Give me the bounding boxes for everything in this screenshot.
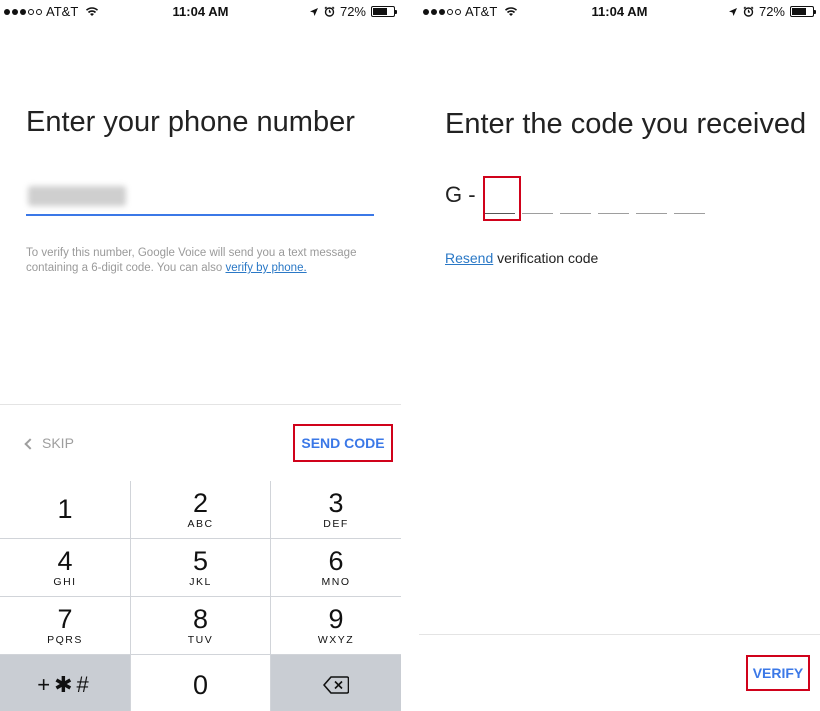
key-number: 4	[57, 546, 73, 576]
numeric-keypad: 1 2 ABC 3 DEF 4 GHI 5 JKL 6 MNO 7 PQRS 8 TUV 9W…	[0, 481, 401, 711]
backspace-key[interactable]	[271, 655, 401, 711]
key-0[interactable]: 0	[131, 655, 270, 711]
key-letters: DEF	[323, 518, 349, 530]
page-title: Enter your phone number	[26, 106, 355, 138]
key-number: 2	[192, 488, 209, 518]
code-digit-2[interactable]	[521, 213, 553, 214]
key-letters: TUV	[187, 634, 214, 646]
focused-digit-highlight	[483, 176, 521, 221]
status-bar: AT&T 11:04 AM 72%	[419, 0, 820, 22]
action-bar: SKIP SEND CODE	[0, 404, 401, 481]
send-code-button[interactable]: SEND CODE	[293, 424, 393, 462]
key-9[interactable]: 9 WXYZ	[271, 597, 401, 654]
key-letters: WXYZ	[317, 634, 355, 646]
key-number: 5	[192, 546, 209, 576]
battery-level	[373, 8, 388, 15]
key-number: 7	[57, 604, 73, 634]
key-number: 3	[328, 488, 344, 518]
key-5[interactable]: 5 JKL	[131, 539, 270, 596]
key-letters: ABC	[187, 518, 214, 530]
key-8[interactable]: 8 TUV	[131, 597, 270, 654]
verify-button[interactable]: VERIFY	[746, 655, 810, 691]
key-number: 8	[192, 604, 209, 634]
key-4[interactable]: 4 GHI	[0, 539, 130, 596]
helper-text: To verify this number, Google Voice will…	[26, 246, 366, 276]
helper-text-body: To verify this number, Google Voice will…	[26, 247, 357, 274]
code-digit-4[interactable]	[597, 213, 629, 214]
resend-line: Resend verification code	[445, 250, 598, 266]
key-7[interactable]: 7 PQRS	[0, 597, 130, 654]
key-symbols[interactable]: +✱#	[0, 655, 130, 711]
key-letters: JKL	[189, 576, 212, 588]
code-prefix: G -	[445, 182, 476, 207]
key-2[interactable]: 2 ABC	[131, 481, 270, 538]
key-number: 6	[328, 546, 344, 576]
status-right: 72%	[728, 4, 816, 19]
key-number: 1	[57, 494, 73, 524]
key-6[interactable]: 6 MNO	[271, 539, 401, 596]
page-title: Enter the code you received	[445, 108, 807, 140]
key-letters: MNO	[321, 576, 351, 588]
code-digit-3[interactable]	[559, 213, 591, 214]
verify-by-phone-link[interactable]: verify by phone.	[225, 262, 306, 274]
chevron-left-icon	[24, 437, 36, 450]
battery-icon	[790, 6, 816, 17]
key-number: 0	[192, 669, 209, 700]
key-1[interactable]: 1	[0, 481, 130, 538]
bottom-bar: VERIFY	[419, 634, 820, 711]
battery-percent: 72%	[758, 4, 785, 19]
phone-number-screen: AT&T 11:04 AM 72% Enter your phone numbe…	[0, 0, 401, 711]
key-3[interactable]: 3 DEF	[271, 481, 401, 538]
key-number: 9	[328, 604, 344, 634]
key-number: +✱#	[37, 671, 93, 697]
alarm-icon	[324, 6, 335, 17]
resend-text: verification code	[493, 250, 599, 266]
resend-link[interactable]: Resend	[445, 250, 493, 266]
key-letters: GHI	[53, 576, 77, 588]
status-right: 72%	[309, 4, 397, 19]
battery-level	[792, 8, 807, 15]
location-arrow-icon	[309, 7, 318, 16]
alarm-icon	[743, 6, 754, 17]
verification-code-screen: AT&T 11:04 AM 72% Enter the code you rec…	[419, 0, 820, 711]
status-bar: AT&T 11:04 AM 72%	[0, 0, 401, 22]
skip-button[interactable]: SKIP	[24, 435, 74, 451]
backspace-icon	[323, 675, 349, 694]
key-letters: PQRS	[47, 634, 83, 646]
battery-percent: 72%	[339, 4, 366, 19]
blurred-phone-number	[28, 186, 126, 206]
code-digit-5[interactable]	[635, 213, 667, 214]
code-digit-6[interactable]	[673, 213, 705, 214]
location-arrow-icon	[728, 7, 737, 16]
phone-number-input[interactable]	[26, 180, 374, 216]
battery-icon	[371, 6, 397, 17]
skip-label: SKIP	[42, 435, 74, 451]
